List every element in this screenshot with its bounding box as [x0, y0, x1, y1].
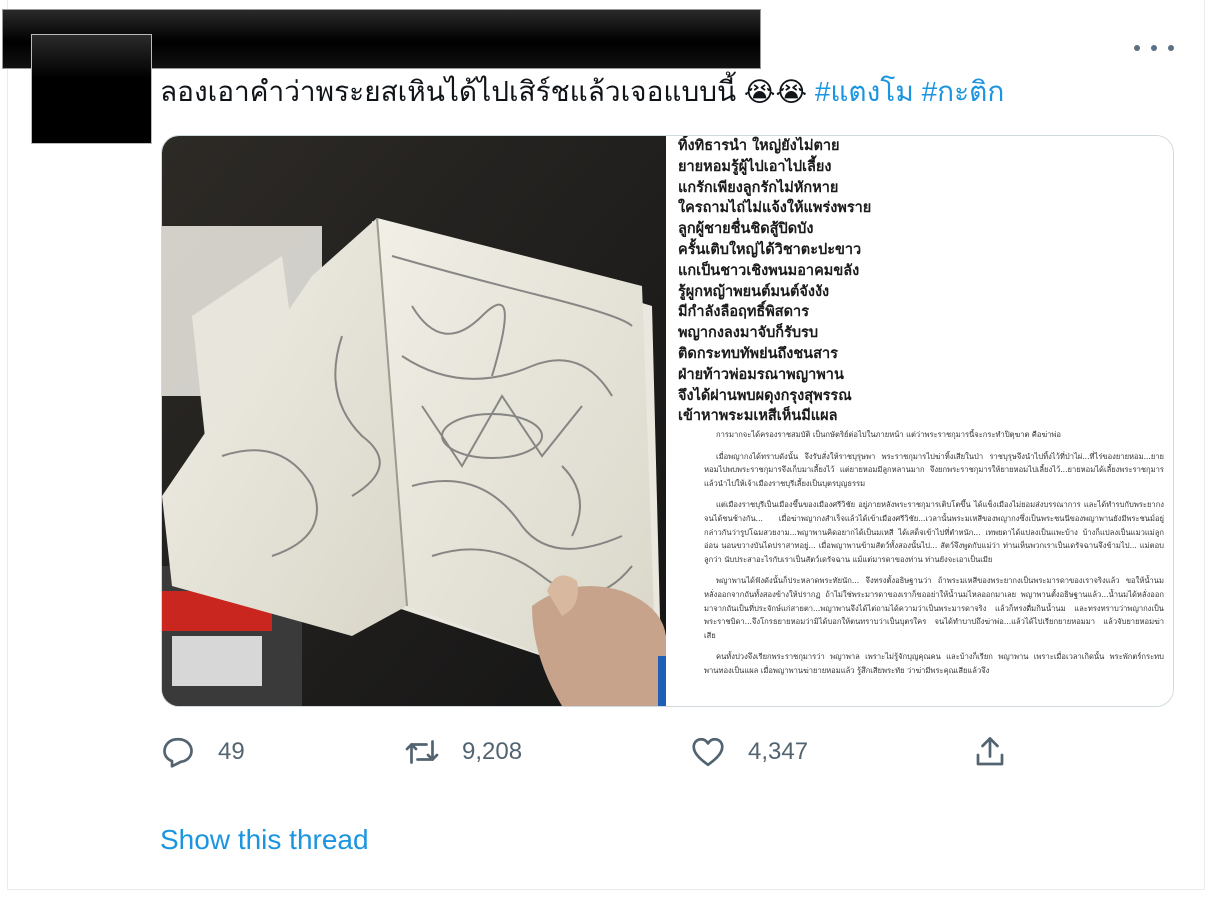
prose-block: การมากจะได้ครองราชสมบัติ เป็นกษัตริย์ต่อ… — [704, 428, 1164, 686]
hashtag-link-katik[interactable]: #กะติก — [922, 76, 1005, 107]
dot-icon — [1134, 45, 1140, 51]
prose-paragraph: พญาพานได้ฟังดังนั้นก็ประหลาดพระทัยนัก...… — [704, 576, 1164, 640]
poem-line: ฝ่ายท้าวพ่อมรณาพญาพาน — [678, 365, 844, 383]
like-count: 4,347 — [748, 738, 809, 765]
poem-line: รู้ผูกหญ้าพยนต์มนต์จังงัง — [678, 282, 830, 300]
tweet-body: ลองเอาคำว่าพระยสเหินได้ไปเสิร์ชแล้วเจอแบ… — [160, 76, 744, 107]
share-button[interactable] — [972, 730, 1008, 774]
crying-emoji-icon: 😭😭 — [743, 77, 808, 107]
hashtag-link-tangmo[interactable]: #แตงโม — [815, 76, 914, 107]
tweet-text: ลองเอาคำว่าพระยสเหินได้ไปเสิร์ชแล้วเจอแบ… — [160, 72, 1004, 112]
poem-line: แกเป็นชาวเชิงพนมอาคมขลัง — [678, 261, 860, 279]
poem-line: ครั้นเติบใหญ่ได้วิชาตะปะขาว — [678, 240, 862, 258]
more-options-button[interactable] — [1134, 38, 1174, 58]
heart-icon — [692, 737, 724, 767]
share-icon — [976, 737, 1004, 766]
dot-icon — [1168, 45, 1174, 51]
poem-line: ติดกระทบทัพย่นถึงชนสาร — [678, 344, 838, 362]
retweet-icon — [405, 740, 439, 764]
reply-icon — [163, 737, 193, 768]
retweet-count: 9,208 — [462, 738, 523, 765]
poem-line: ทิ้งทิธารนำ ใหญ่ยังไม่ตาย — [678, 137, 840, 154]
tweet-media[interactable]: ทิ้งทิธารนำ ใหญ่ยังไม่ตาย ยายหอมรู้ผู้ไป… — [161, 135, 1174, 707]
prose-paragraph: แต่เมืองราชบุรีเป็นเมืองขึ้นของเมืองศรีว… — [704, 500, 1164, 564]
poem-line: ยายหอมรู้ผู้ไปเอาไปเลี้ยง — [678, 157, 832, 175]
retweet-button[interactable]: 9,208 — [404, 730, 522, 774]
show-thread-link[interactable]: Show this thread — [160, 824, 369, 856]
like-button[interactable]: 4,347 — [690, 730, 808, 774]
poem-line: ใครถามไถ่ไม่แจ้งให้แพร่งพราย — [678, 199, 872, 217]
dot-icon — [1151, 45, 1157, 51]
poem-line: เข้าหาพระมเหสีเห็นมีแผล — [678, 407, 838, 425]
scanned-text-page: ทิ้งทิธารนำ ใหญ่ยังไม่ตาย ยายหอมรู้ผู้ไป… — [666, 136, 1173, 706]
poem-line: แกรักเพียงลูกรักไม่หักหาย — [678, 178, 839, 196]
poem-block: ทิ้งทิธารนำ ใหญ่ยังไม่ตาย ยายหอมรู้ผู้ไป… — [678, 136, 871, 427]
tweet-actions: 49 9,208 4,347 — [0, 730, 1214, 774]
redacted-avatar — [31, 34, 152, 144]
poem-line: จึงได้ผ่านพบผดุงกรุงสุพรรณ — [678, 386, 852, 404]
reply-button[interactable]: 49 — [160, 730, 245, 774]
poem-line: ลูกผู้ชายชื่นชิดสู้ปิดบัง — [678, 220, 814, 238]
prose-paragraph: คนทั้งปวงจึงเรียกพระราชกุมารว่า พญาพาล เ… — [704, 652, 1164, 675]
poem-line: พญากงลงมาจับก็รับรบ — [678, 324, 819, 342]
reply-count: 49 — [218, 738, 245, 765]
prose-paragraph: เมื่อพญากงได้ทราบดังนั้น จึงรับสั่งให้รา… — [704, 451, 1164, 488]
prose-paragraph: การมากจะได้ครองราชสมบัติ เป็นกษัตริย์ต่อ… — [716, 430, 1061, 439]
poem-line: มีกำลังลือฤทธิ์พิสดาร — [678, 303, 809, 321]
notebook-photo — [162, 136, 666, 706]
